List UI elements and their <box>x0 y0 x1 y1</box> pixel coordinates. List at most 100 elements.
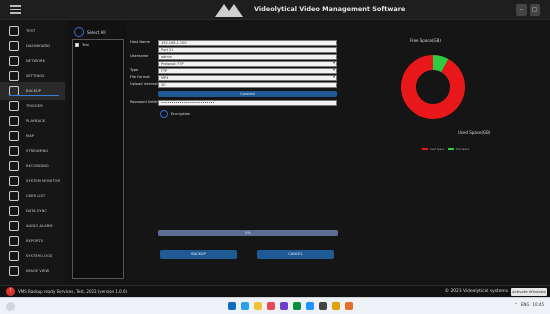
backup-progress-bar: 0% <box>158 230 338 236</box>
list-item[interactable]: Test <box>75 42 121 48</box>
active-indicator <box>9 95 59 96</box>
taskbar-app-icon[interactable] <box>254 302 262 310</box>
monitor-icon <box>9 176 19 186</box>
system-tray: ⌃ ENG 10:45 <box>514 302 544 307</box>
select-all-label: Select All <box>87 29 106 35</box>
port-input[interactable]: Port 21 <box>158 47 337 53</box>
sidebar: TEST DASHBOARD NETWORK SETTINGS BACKUP TRIGGE… <box>0 20 65 285</box>
protocol-select[interactable]: Protocol: FTP <box>158 61 337 67</box>
title-bar: Videolytical Video Management Software –… <box>0 0 550 20</box>
search-icon <box>9 56 19 66</box>
minimize-icon[interactable]: – <box>516 4 527 16</box>
taskbar-app-icon[interactable] <box>241 302 249 310</box>
sidebar-item-label: TEST <box>26 29 36 33</box>
taskbar-app-icon[interactable] <box>280 302 288 310</box>
chevron-up-icon[interactable]: ⌃ <box>514 302 517 307</box>
field-type: Type FTP <box>130 68 340 74</box>
sidebar-item-label: RECORDING <box>26 164 49 168</box>
password-input[interactable]: •••••••••••••••••••••••••• <box>158 100 337 106</box>
sidebar-item-label: STREAMING <box>26 149 49 153</box>
sidebar-item-label: SETTINGS <box>26 74 45 78</box>
hamburger-menu-icon[interactable] <box>10 5 21 14</box>
sidebar-item-label: DASHBOARD <box>26 44 50 48</box>
field-label: Upload Interval <box>130 82 158 86</box>
status-bar: ! VMS Backup ready Services, Test, 2023 … <box>0 285 550 297</box>
taskbar-app-icon[interactable] <box>319 302 327 310</box>
record-icon <box>9 161 19 171</box>
legend-swatch <box>422 148 428 150</box>
field-label: Username <box>130 54 149 58</box>
field-username: Username admin <box>130 54 340 60</box>
alert-icon: ! <box>6 287 15 296</box>
play-icon <box>9 146 19 156</box>
image-icon <box>9 266 19 276</box>
storage-donut-chart: Free Space(GB) Used Space(GB) Used Space Fr… <box>401 38 491 151</box>
status-text: VMS Backup ready Services, Test, 2023 (v… <box>18 289 128 294</box>
arrow-icon <box>9 101 19 111</box>
list-item-checkbox[interactable] <box>75 43 79 47</box>
host-input[interactable]: 192.168.1.100 <box>158 40 337 46</box>
taskbar-app-icon[interactable] <box>267 302 275 310</box>
sidebar-item-label: MAP <box>26 134 35 138</box>
sidebar-item-label: IMAGE VIEW <box>26 269 50 273</box>
cancel-button[interactable]: CANCEL <box>257 250 334 259</box>
document-icon <box>9 116 19 126</box>
connect-button[interactable]: Connect <box>158 91 337 97</box>
sidebar-item-label: SYSTEM LOGS <box>26 254 53 258</box>
camera-list-panel: Select All Test <box>68 20 126 279</box>
taskbar-app-icon[interactable] <box>345 302 353 310</box>
camera-list[interactable]: Test <box>72 39 124 279</box>
legend-entry: Free Space <box>456 148 470 151</box>
status-message: ! VMS Backup ready Services, Test, 2023 … <box>6 287 127 296</box>
select-all[interactable]: Select All <box>74 27 106 37</box>
donut-slice-used-space <box>401 55 465 119</box>
language-indicator[interactable]: ENG <box>521 302 530 307</box>
app-title: Videolytical Video Management Software <box>254 5 406 13</box>
sidebar-item-label: AUDIO ALARM <box>26 224 53 228</box>
password-label: Password Setting <box>130 100 161 104</box>
type-select[interactable]: FTP <box>158 68 337 74</box>
logo-icon <box>215 4 243 17</box>
sidebar-item-image-view[interactable]: IMAGE VIEW <box>0 262 65 280</box>
field-interval: Upload Interval 30 <box>130 82 340 88</box>
donut-label: Used Space(GB) <box>458 130 491 135</box>
encryption-radio[interactable] <box>160 110 168 118</box>
taskbar-app-icon[interactable] <box>228 302 236 310</box>
donut-label: Free Space(GB) <box>410 38 441 43</box>
logs-icon <box>9 251 19 261</box>
sidebar-item-label: SYSTEM MONITOR <box>26 179 61 183</box>
file-format-select[interactable]: MP4 <box>158 75 337 81</box>
sidebar-item-label: BACKUP <box>26 89 42 93</box>
field-label: Host Name <box>130 40 150 44</box>
field-port: Port 21 <box>130 47 340 53</box>
sidebar-item-label: USER LIST <box>26 194 46 198</box>
sidebar-item-label: DATA SYNC <box>26 209 47 213</box>
username-input[interactable]: admin <box>158 54 337 60</box>
taskbar-apps <box>228 302 353 310</box>
taskbar-app-icon[interactable] <box>293 302 301 310</box>
app-window: Videolytical Video Management Software –… <box>0 0 550 297</box>
backup-button[interactable]: BACKUP <box>160 250 237 259</box>
report-icon <box>9 236 19 246</box>
select-all-radio[interactable] <box>74 27 84 37</box>
field-label: File Format <box>130 75 150 79</box>
widgets-icon[interactable] <box>6 302 15 311</box>
close-icon[interactable]: ▢ <box>529 4 540 16</box>
field-file-format: File Format MP4 <box>130 75 340 81</box>
copyright-text: © 2023 Videolytical systems <box>444 289 508 294</box>
taskbar-app-icon[interactable] <box>306 302 314 310</box>
sync-icon <box>9 206 19 216</box>
clock[interactable]: 10:45 <box>532 302 544 307</box>
legend-swatch <box>448 148 454 150</box>
list-item-label: Test <box>82 43 89 47</box>
encryption-label: Encryption <box>171 112 191 116</box>
activate-windows-badge: Activate Windows <box>511 288 547 296</box>
alarm-icon <box>9 221 19 231</box>
encryption-option[interactable]: Encryption <box>160 110 190 118</box>
gear-icon <box>9 71 19 81</box>
taskbar: ⌃ ENG 10:45 <box>0 297 550 314</box>
interval-input[interactable]: 30 <box>158 82 337 88</box>
taskbar-app-icon[interactable] <box>332 302 340 310</box>
field-label: Type <box>130 68 139 72</box>
field-host: Host Name 192.168.1.100 <box>130 40 340 46</box>
